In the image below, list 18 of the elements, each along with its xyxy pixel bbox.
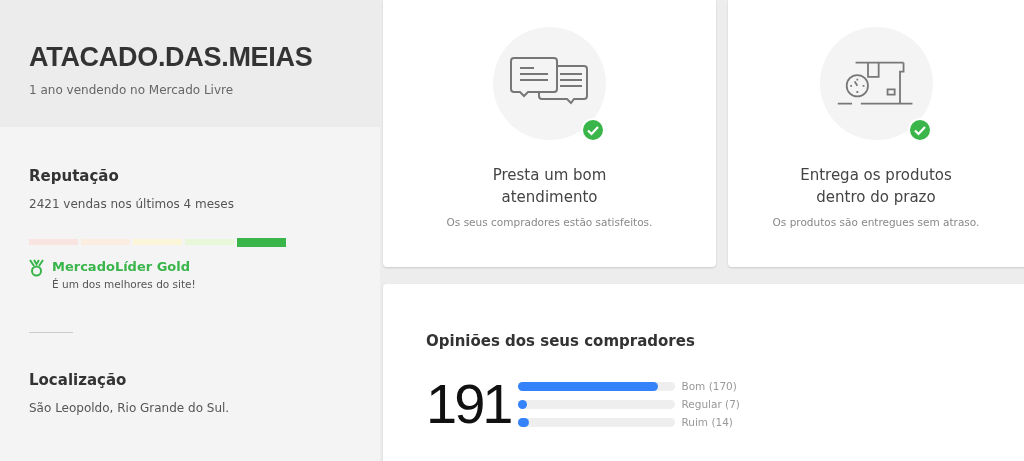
opinions-total: 191 xyxy=(426,376,511,432)
opinions-title: Opiniões dos seus compradores xyxy=(426,332,695,350)
badge-title: MercadoLíder Gold xyxy=(52,259,191,274)
location-text: São Leopoldo, Rio Grande do Sul. xyxy=(29,401,230,415)
card-subtitle: Os produtos são entregues sem atraso. xyxy=(772,216,980,228)
rating-label: Regular (7) xyxy=(681,398,740,410)
seller-since: 1 ano vendendo no Mercado Livre xyxy=(29,83,234,97)
card-title: Entrega os produtos dentro do prazo xyxy=(799,165,953,208)
card-subtitle: Os seus compradores estão satisfeitos. xyxy=(446,216,653,228)
medal-icon xyxy=(29,259,44,277)
sales-count: 2421 vendas nos últimos 4 meses xyxy=(29,197,234,211)
badge-subtitle: É um dos melhores do site! xyxy=(52,278,196,290)
section-title: Reputação xyxy=(29,167,119,185)
rating-label: Bom (170) xyxy=(681,380,737,392)
card-title: Presta um bom atendimento xyxy=(491,165,608,208)
rating-label: Ruim (14) xyxy=(681,416,733,428)
section-title: Localização xyxy=(29,371,127,389)
seller-name: ATACADO.DAS.MEIAS xyxy=(29,42,314,73)
